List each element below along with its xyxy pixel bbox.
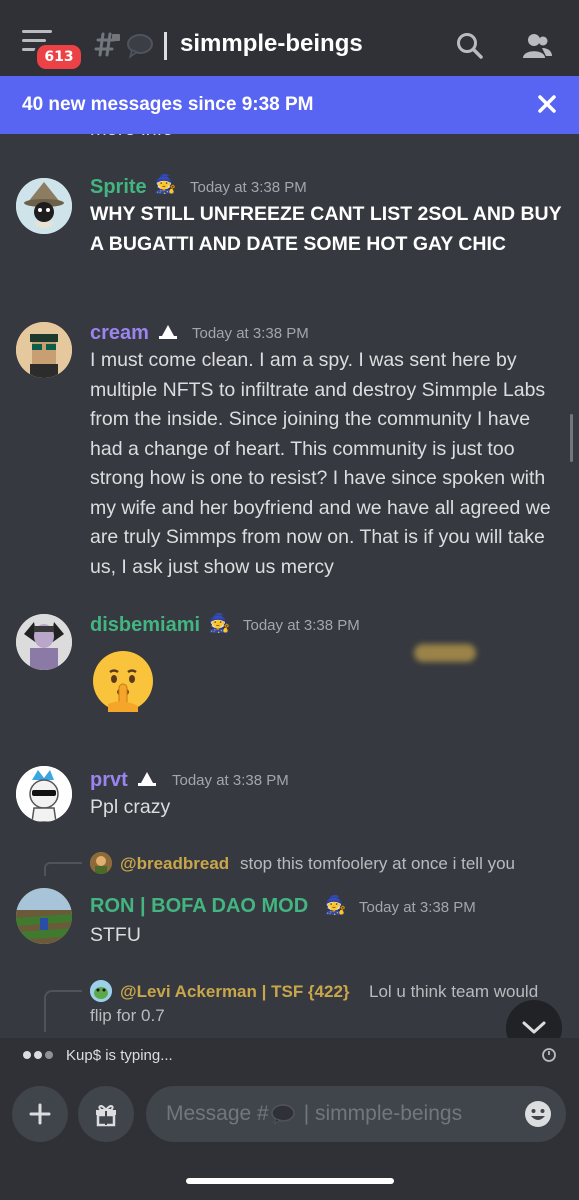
avatar[interactable] bbox=[16, 322, 72, 378]
message-content: Ppl crazy bbox=[90, 796, 171, 818]
notification-badge: 613 bbox=[34, 42, 84, 72]
plus-icon bbox=[29, 1103, 51, 1125]
hat-badge-icon bbox=[138, 772, 156, 786]
username[interactable]: disbemiami bbox=[90, 614, 200, 637]
new-messages-banner[interactable]: 40 new messages since 9:38 PM bbox=[0, 76, 579, 134]
message-composer: Message # | simmple-beings bbox=[0, 1072, 579, 1200]
message-input-placeholder: Message # | simmple-beings bbox=[166, 1102, 463, 1125]
home-indicator bbox=[186, 1178, 394, 1184]
timestamp: Today at 3:38 PM bbox=[359, 899, 476, 916]
username[interactable]: Sprite bbox=[90, 176, 147, 199]
shushing-face-emoji bbox=[93, 651, 153, 712]
gift-icon bbox=[96, 1105, 116, 1127]
speech-bubble-icon bbox=[271, 1104, 295, 1124]
message-input[interactable]: Message # | simmple-beings bbox=[146, 1086, 566, 1142]
reply-connector bbox=[44, 862, 82, 876]
channel-header: 613 simmple-beings bbox=[0, 0, 579, 76]
username[interactable]: prvt bbox=[90, 769, 128, 792]
typing-dots-icon bbox=[23, 1051, 53, 1059]
message-content: I must come clean. I am a spy. I was sen… bbox=[90, 349, 551, 578]
hat-badge-icon bbox=[159, 325, 177, 339]
scrollbar[interactable] bbox=[570, 414, 573, 462]
gift-button[interactable] bbox=[78, 1086, 134, 1142]
emoji-icon[interactable] bbox=[524, 1100, 552, 1128]
reply-preview-text-continued[interactable]: flip for 0.7 bbox=[90, 1006, 165, 1026]
wizard-badge-icon: 🧙 bbox=[154, 174, 177, 195]
header-divider bbox=[164, 32, 167, 60]
username[interactable]: RON | BOFA DAO MOD bbox=[90, 895, 308, 918]
typing-indicator: Kup$ is typing... bbox=[0, 1038, 579, 1072]
reply-username[interactable]: @Levi Ackerman | TSF {422} bbox=[120, 982, 350, 1002]
avatar[interactable] bbox=[16, 766, 72, 822]
blurred-content bbox=[414, 644, 476, 662]
timestamp: Today at 3:38 PM bbox=[172, 772, 289, 789]
reply-avatar bbox=[90, 852, 112, 874]
message-content: WHY STILL UNFREEZE CANT LIST 2SOL AND BU… bbox=[90, 203, 562, 255]
avatar[interactable] bbox=[16, 888, 72, 944]
username[interactable]: cream bbox=[90, 322, 149, 345]
wizard-badge-icon: 🧙 bbox=[324, 895, 347, 916]
reply-preview-text[interactable]: stop this tomfoolery at once i tell you bbox=[240, 854, 515, 874]
message-content: STFU bbox=[90, 924, 141, 946]
reply-connector bbox=[44, 990, 82, 1032]
search-icon[interactable] bbox=[456, 32, 484, 60]
avatar[interactable] bbox=[16, 614, 72, 670]
chevron-down-icon bbox=[522, 1021, 546, 1034]
timestamp: Today at 3:38 PM bbox=[192, 325, 309, 342]
timestamp: Today at 3:38 PM bbox=[190, 179, 307, 196]
reply-avatar bbox=[90, 980, 112, 1002]
channel-title: simmple-beings bbox=[180, 30, 363, 57]
new-messages-text: 40 new messages since 9:38 PM bbox=[22, 94, 314, 115]
close-icon[interactable] bbox=[537, 94, 557, 114]
reply-preview-text[interactable]: Lol u think team would bbox=[369, 982, 538, 1002]
reply-username[interactable]: @breadbread bbox=[120, 854, 229, 874]
attach-button[interactable] bbox=[12, 1086, 68, 1142]
avatar[interactable] bbox=[16, 178, 72, 234]
slowmode-timer-icon bbox=[542, 1048, 556, 1062]
channel-hash-lock-icon bbox=[94, 32, 153, 59]
typing-text: Kup$ is typing... bbox=[66, 1046, 173, 1064]
wizard-badge-icon: 🧙 bbox=[208, 613, 231, 634]
members-icon[interactable] bbox=[522, 32, 552, 60]
timestamp: Today at 3:38 PM bbox=[243, 617, 360, 634]
